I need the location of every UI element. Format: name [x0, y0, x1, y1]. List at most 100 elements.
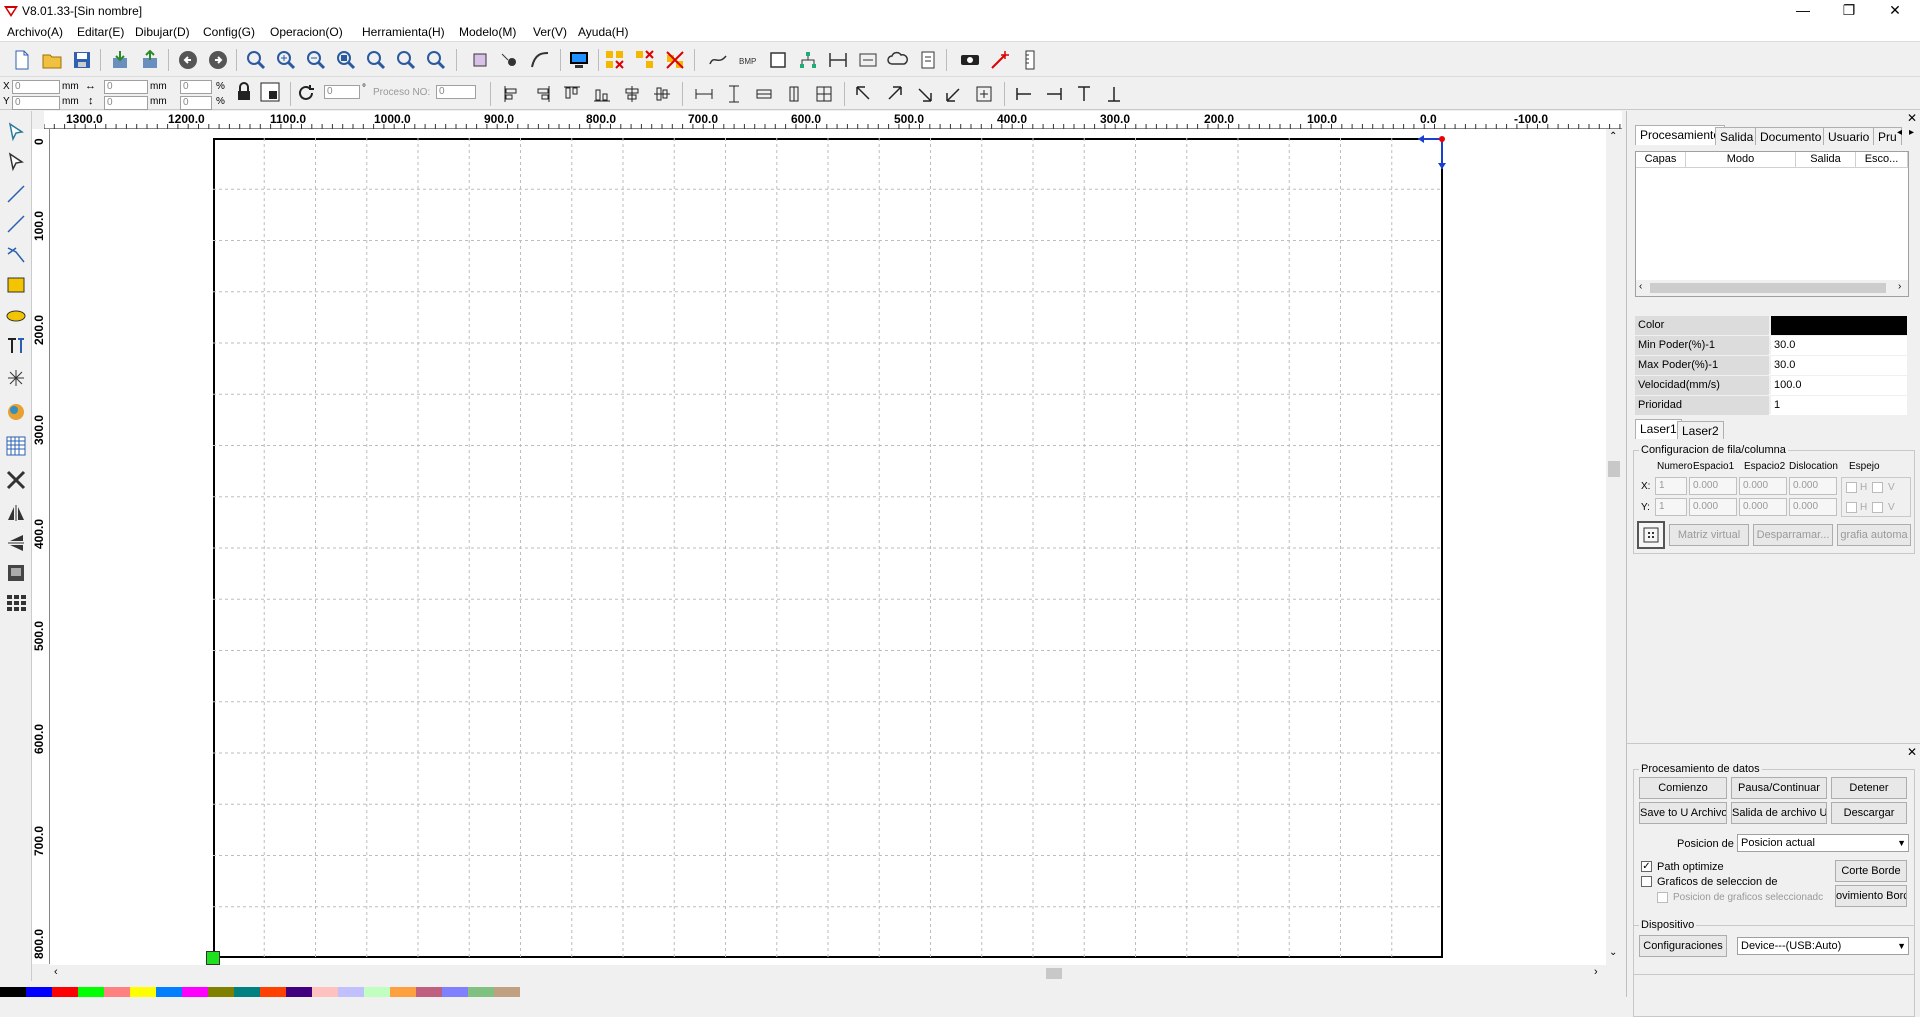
bitmap-tool-icon[interactable]	[3, 399, 29, 425]
tree-icon[interactable]	[794, 46, 822, 74]
tab-usuario[interactable]: Usuario	[1823, 127, 1875, 145]
edge-bottom-icon[interactable]	[1100, 80, 1128, 108]
new-file-icon[interactable]	[8, 46, 36, 74]
delete-objects-icon[interactable]	[661, 46, 689, 74]
layers-scroll-thumb[interactable]	[1650, 283, 1886, 293]
scroll-up-icon[interactable]: ⌃	[1609, 131, 1617, 142]
delete-tool-icon[interactable]	[3, 467, 29, 493]
zoom-window-icon[interactable]	[242, 46, 270, 74]
grid-tool-icon[interactable]	[3, 433, 29, 459]
open-folder-icon[interactable]	[38, 46, 66, 74]
layers-hscroll[interactable]: ‹ ›	[1636, 280, 1908, 296]
array-tool-icon[interactable]	[3, 589, 29, 615]
column-header[interactable]: Salida	[1796, 152, 1856, 168]
tab-scroll-right-icon[interactable]: ▸	[1909, 127, 1914, 138]
download-button[interactable]: Descargar	[1831, 802, 1907, 824]
save-icon[interactable]	[68, 46, 96, 74]
curve-tool-icon[interactable]	[3, 241, 29, 267]
mirror-x-v-checkbox[interactable]	[1872, 482, 1883, 493]
move-top-left-icon[interactable]	[850, 80, 878, 108]
menu-dibujar[interactable]: Dibujar(D)	[135, 25, 190, 39]
monitor-icon[interactable]	[565, 46, 593, 74]
selection-graphics-checkbox[interactable]	[1641, 876, 1652, 887]
palette-swatch[interactable]	[468, 987, 494, 997]
move-bottom-left-icon[interactable]	[940, 80, 968, 108]
array-y-space1[interactable]: 0.000	[1689, 498, 1737, 516]
move-center-icon[interactable]	[970, 80, 998, 108]
vertical-scroll-thumb[interactable]	[1608, 461, 1620, 477]
x-position-field[interactable]: 0	[12, 80, 60, 94]
palette-swatch[interactable]	[78, 987, 104, 997]
prop-max-power-row[interactable]: Max Poder(%)-1 30.0	[1635, 356, 1907, 375]
align-bottom-icon[interactable]	[588, 80, 616, 108]
close-button[interactable]: ✕	[1872, 0, 1918, 22]
y-percent-field[interactable]: 0	[180, 96, 212, 110]
path-optimize-checkbox[interactable]: ✓	[1641, 861, 1652, 872]
ellipse-tool-icon[interactable]	[3, 303, 29, 329]
prop-priority-row[interactable]: Prioridad 1	[1635, 396, 1907, 415]
maximize-button[interactable]: ❐	[1826, 0, 1872, 22]
tab-documento[interactable]: Documento	[1755, 127, 1827, 145]
vertical-scrollbar[interactable]: ⌃ ⌄	[1606, 129, 1622, 965]
scroll-right-icon[interactable]: ›	[1898, 281, 1901, 292]
palette-swatch[interactable]	[390, 987, 416, 997]
frame-tool-icon[interactable]	[3, 560, 29, 586]
array-y-number[interactable]: 1	[1655, 498, 1687, 516]
lock-ratio-icon[interactable]	[232, 80, 256, 104]
tab-salida[interactable]: Salida	[1715, 127, 1759, 145]
move-top-right-icon[interactable]	[880, 80, 908, 108]
palette-swatch[interactable]	[104, 987, 130, 997]
tab-procesamiento[interactable]: Procesamiento	[1635, 125, 1726, 145]
selection-position-checkbox[interactable]	[1657, 892, 1668, 903]
palette-swatch[interactable]	[26, 987, 52, 997]
select-arrow-icon[interactable]	[3, 119, 29, 145]
proceso-field[interactable]: 0	[436, 85, 476, 99]
device-settings-button[interactable]: Configuraciones	[1639, 935, 1727, 957]
prop-value[interactable]: 1	[1771, 396, 1907, 415]
palette-swatch[interactable]	[182, 987, 208, 997]
column-header[interactable]: Capas	[1636, 152, 1686, 168]
select-rect-icon[interactable]	[466, 46, 494, 74]
smooth-curve-icon[interactable]	[704, 46, 732, 74]
menu-editar[interactable]: Editar(E)	[77, 25, 124, 39]
menu-archivo[interactable]: Archivo(A)	[7, 25, 63, 39]
scroll-down-icon[interactable]: ⌄	[1609, 947, 1617, 958]
array-x-space1[interactable]: 0.000	[1689, 477, 1737, 495]
zoom-selection-icon[interactable]	[392, 46, 420, 74]
palette-swatch[interactable]	[0, 987, 26, 997]
start-point-marker[interactable]	[206, 951, 220, 965]
scroll-left-icon[interactable]: ‹	[1639, 281, 1642, 292]
bitmap-icon[interactable]: BMP	[734, 46, 762, 74]
tab-laser1[interactable]: Laser1	[1635, 419, 1682, 439]
start-button[interactable]: Comienzo	[1639, 777, 1727, 799]
palette-swatch[interactable]	[416, 987, 442, 997]
rotate-icon[interactable]	[294, 81, 318, 105]
virtual-matrix-button[interactable]: Matriz virtual	[1669, 524, 1749, 546]
edge-left-icon[interactable]	[1010, 80, 1038, 108]
auto-layout-button[interactable]: grafia automa	[1837, 524, 1911, 546]
node-edit-icon[interactable]	[496, 46, 524, 74]
rotate-angle-field[interactable]: 0	[324, 85, 360, 99]
redo-icon[interactable]	[204, 46, 232, 74]
distribute-h-icon[interactable]	[750, 80, 778, 108]
cloud-icon[interactable]	[884, 46, 912, 74]
line-tool-icon[interactable]	[3, 181, 29, 207]
array-x-dislocation[interactable]: 0.000	[1789, 477, 1837, 495]
export-icon[interactable]	[136, 46, 164, 74]
menu-modelo[interactable]: Modelo(M)	[459, 25, 516, 39]
camera-icon[interactable]	[956, 46, 984, 74]
rectangle-frame-icon[interactable]	[764, 46, 792, 74]
mirror-x-h-checkbox[interactable]	[1846, 482, 1857, 493]
move-bottom-right-icon[interactable]	[910, 80, 938, 108]
array-y-space2[interactable]: 0.000	[1739, 498, 1787, 516]
palette-swatch[interactable]	[364, 987, 390, 997]
save-to-u-button[interactable]: Save to U Archivo	[1639, 802, 1727, 824]
stop-button[interactable]: Detener	[1831, 777, 1907, 799]
array-grid-button[interactable]	[1637, 521, 1665, 549]
node-arrow-icon[interactable]	[3, 149, 29, 175]
palette-swatch[interactable]	[208, 987, 234, 997]
align-right-icon[interactable]	[528, 80, 556, 108]
width-field[interactable]: 0	[104, 80, 148, 94]
menu-ayuda[interactable]: Ayuda(H)	[578, 25, 628, 39]
polyline-tool-icon[interactable]	[3, 211, 29, 237]
